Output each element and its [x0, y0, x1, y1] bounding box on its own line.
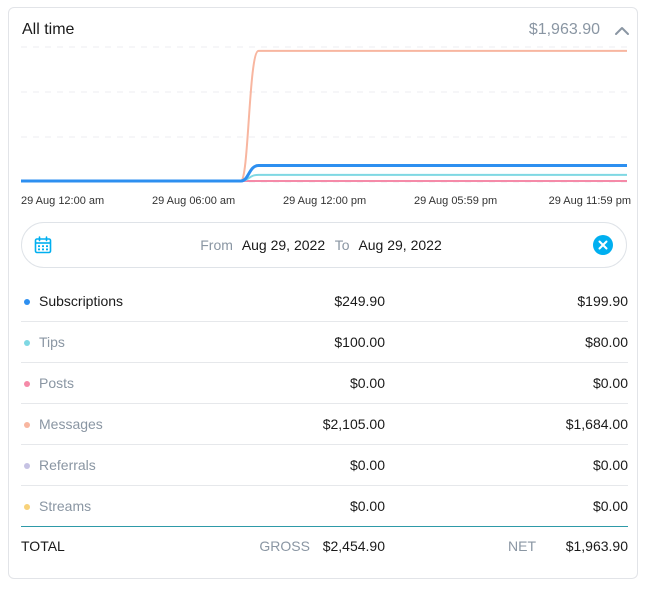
total-label: TOTAL: [21, 538, 65, 554]
period-total: $1,963.90: [528, 21, 600, 38]
series-dot: [24, 299, 30, 305]
from-label: From: [200, 237, 233, 253]
x-tick-label: 29 Aug 12:00 pm: [283, 195, 367, 207]
earnings-row-messages: Messages $2,105.00 $1,684.00: [21, 404, 628, 445]
row-label: Subscriptions: [39, 293, 124, 309]
row-net: $199.90: [577, 293, 628, 309]
clear-date-button[interactable]: [593, 235, 613, 255]
row-label: Messages: [39, 416, 103, 432]
earnings-row-referrals: Referrals $0.00 $0.00: [21, 445, 628, 486]
row-gross: $2,105.00: [322, 416, 385, 432]
row-net: $80.00: [585, 334, 628, 350]
to-date[interactable]: Aug 29, 2022: [358, 237, 441, 253]
row-net: $0.00: [592, 375, 628, 391]
series-line-messages: [21, 49, 627, 182]
period-title: All time: [22, 21, 75, 38]
row-net: $0.00: [592, 498, 628, 514]
series-line-subscriptions: [21, 164, 627, 183]
series-dot: [24, 422, 30, 428]
series-dot: [24, 381, 30, 387]
series-dot: [24, 340, 30, 346]
earnings-breakdown: Subscriptions $249.90 $199.90 Tips $100.…: [21, 281, 628, 527]
x-tick-label: 29 Aug 05:59 pm: [414, 195, 498, 207]
row-gross: $0.00: [349, 498, 385, 514]
earnings-row-tips: Tips $100.00 $80.00: [21, 322, 628, 363]
row-label: Tips: [39, 334, 65, 350]
series-dot: [24, 504, 30, 510]
x-axis-ticks: 29 Aug 12:00 am 29 Aug 06:00 am 29 Aug 1…: [21, 195, 631, 209]
row-label: Posts: [39, 375, 75, 391]
close-icon: [598, 240, 608, 250]
totals-row: TOTAL GROSS $2,454.90 NET $1,963.90: [21, 538, 628, 558]
gross-total: $2,454.90: [322, 538, 385, 554]
row-gross: $100.00: [334, 334, 385, 350]
row-gross: $249.90: [334, 293, 385, 309]
x-tick-label: 29 Aug 11:59 pm: [548, 195, 631, 207]
to-label: To: [334, 237, 350, 253]
net-total: $1,963.90: [565, 538, 628, 554]
x-tick-label: 29 Aug 12:00 am: [21, 195, 105, 207]
earnings-row-streams: Streams $0.00 $0.00: [21, 486, 628, 527]
row-label: Referrals: [39, 457, 96, 473]
date-range-picker[interactable]: From Aug 29, 2022 To Aug 29, 2022: [21, 222, 627, 268]
earnings-header[interactable]: All time $1,963.90: [22, 21, 640, 41]
chevron-up-icon[interactable]: [614, 23, 630, 39]
row-label: Streams: [39, 498, 92, 514]
earnings-chart: [21, 45, 627, 185]
from-date[interactable]: Aug 29, 2022: [242, 237, 325, 253]
x-tick-label: 29 Aug 06:00 am: [152, 195, 236, 207]
row-gross: $0.00: [349, 457, 385, 473]
earnings-row-subscriptions: Subscriptions $249.90 $199.90: [21, 281, 628, 322]
earnings-row-posts: Posts $0.00 $0.00: [21, 363, 628, 404]
net-label: NET: [508, 538, 536, 554]
date-range-text[interactable]: From Aug 29, 2022 To Aug 29, 2022: [22, 237, 626, 253]
gross-label: GROSS: [259, 538, 310, 554]
row-net: $1,684.00: [565, 416, 628, 432]
series-dot: [24, 463, 30, 469]
row-net: $0.00: [592, 457, 628, 473]
earnings-chart-svg: [21, 46, 627, 183]
row-gross: $0.00: [349, 375, 385, 391]
